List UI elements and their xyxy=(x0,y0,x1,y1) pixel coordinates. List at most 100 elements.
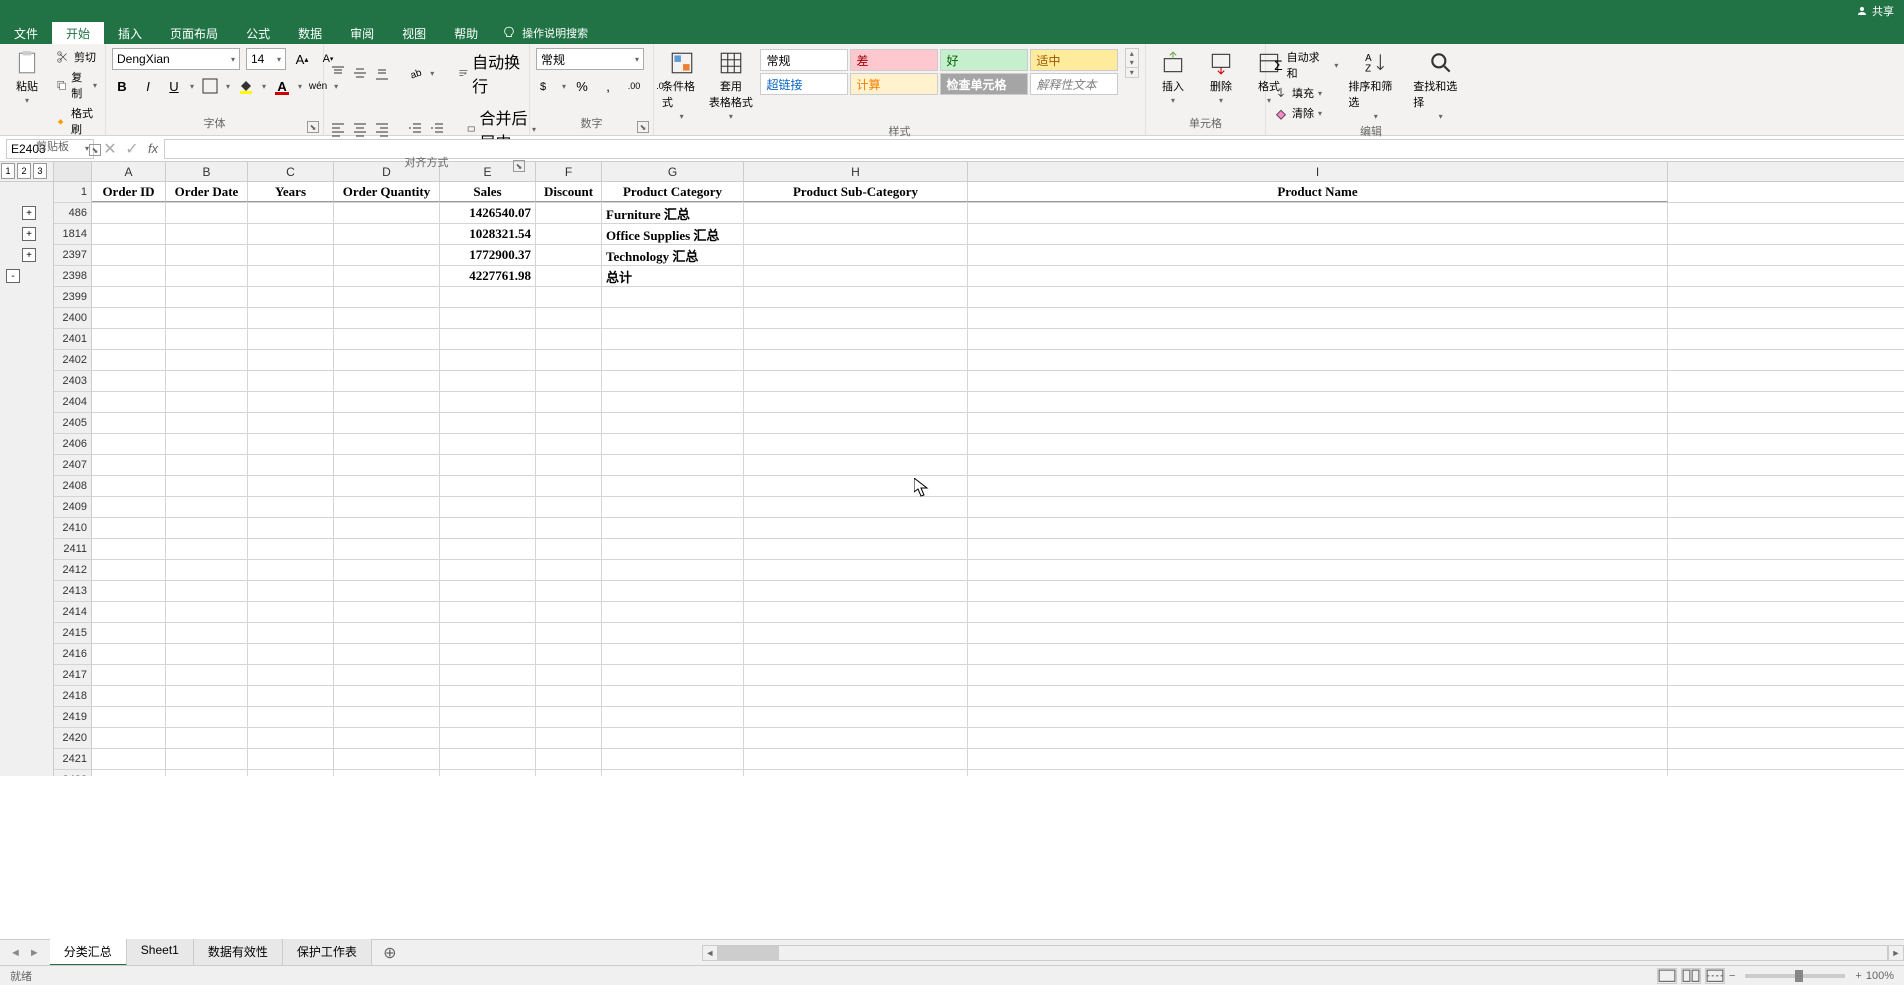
cell-D1[interactable]: Order Quantity xyxy=(334,182,440,202)
cell-C2413[interactable] xyxy=(248,581,334,601)
cell-D2416[interactable] xyxy=(334,644,440,664)
cell-B2402[interactable] xyxy=(166,350,248,370)
cell-B2411[interactable] xyxy=(166,539,248,559)
tab-view[interactable]: 视图 xyxy=(388,22,440,44)
cell-D2422[interactable] xyxy=(334,770,440,776)
cell-C2406[interactable] xyxy=(248,434,334,454)
cell-I2421[interactable] xyxy=(968,749,1668,769)
cell-C2407[interactable] xyxy=(248,455,334,475)
cell-B2400[interactable] xyxy=(166,308,248,328)
cell-I2422[interactable] xyxy=(968,770,1668,776)
hscroll-left-button[interactable]: ◄ xyxy=(702,945,718,961)
styles-more-button[interactable]: ▾ xyxy=(1126,67,1138,77)
cell-A2419[interactable] xyxy=(92,707,166,727)
cell-G2402[interactable] xyxy=(602,350,744,370)
cell-G2401[interactable] xyxy=(602,329,744,349)
clipboard-launcher[interactable]: ⬊ xyxy=(89,144,101,156)
cell-B2416[interactable] xyxy=(166,644,248,664)
cell-B2398[interactable] xyxy=(166,266,248,286)
cell-D2411[interactable] xyxy=(334,539,440,559)
row-header-2412[interactable]: 2412 xyxy=(54,560,92,580)
row-header-2404[interactable]: 2404 xyxy=(54,392,92,412)
cell-I2420[interactable] xyxy=(968,728,1668,748)
increase-font-button[interactable]: A▴ xyxy=(292,49,312,69)
cell-E2408[interactable] xyxy=(440,476,536,496)
outline-toggle-0[interactable]: + xyxy=(22,206,36,220)
cell-D2418[interactable] xyxy=(334,686,440,706)
column-header-A[interactable]: A xyxy=(92,162,166,181)
cell-B2401[interactable] xyxy=(166,329,248,349)
paste-button[interactable]: 粘贴 ▾ xyxy=(6,48,48,107)
conditional-format-button[interactable]: 条件格式▾ xyxy=(660,48,703,123)
cell-G486[interactable]: Furniture 汇总 xyxy=(602,203,744,223)
tab-pagelayout[interactable]: 页面布局 xyxy=(156,22,232,44)
row-header-2415[interactable]: 2415 xyxy=(54,623,92,643)
tab-insert[interactable]: 插入 xyxy=(104,22,156,44)
cell-H2409[interactable] xyxy=(744,497,968,517)
cell-I2405[interactable] xyxy=(968,413,1668,433)
cell-C2412[interactable] xyxy=(248,560,334,580)
cell-I2399[interactable] xyxy=(968,287,1668,307)
align-left-button[interactable] xyxy=(330,119,346,139)
cell-E2409[interactable] xyxy=(440,497,536,517)
enter-formula-button[interactable]: ✓ xyxy=(122,139,142,159)
cell-F2411[interactable] xyxy=(536,539,602,559)
cell-I2406[interactable] xyxy=(968,434,1668,454)
cell-G2411[interactable] xyxy=(602,539,744,559)
cell-H1814[interactable] xyxy=(744,224,968,244)
cell-A2418[interactable] xyxy=(92,686,166,706)
cell-H2416[interactable] xyxy=(744,644,968,664)
tab-help[interactable]: 帮助 xyxy=(440,22,492,44)
cell-F2420[interactable] xyxy=(536,728,602,748)
cell-C2398[interactable] xyxy=(248,266,334,286)
cell-B2399[interactable] xyxy=(166,287,248,307)
cell-C2397[interactable] xyxy=(248,245,334,265)
cell-F1814[interactable] xyxy=(536,224,602,244)
delete-cells-button[interactable]: 删除▾ xyxy=(1200,48,1242,107)
cell-D2408[interactable] xyxy=(334,476,440,496)
cell-D2406[interactable] xyxy=(334,434,440,454)
cell-A2404[interactable] xyxy=(92,392,166,412)
outline-level-2[interactable]: 2 xyxy=(17,163,31,179)
cell-E2399[interactable] xyxy=(440,287,536,307)
increase-indent-button[interactable] xyxy=(429,119,445,139)
cell-style-3[interactable]: 适中 xyxy=(1030,49,1118,71)
cell-style-5[interactable]: 计算 xyxy=(850,73,938,95)
cell-E2410[interactable] xyxy=(440,518,536,538)
cell-H2422[interactable] xyxy=(744,770,968,776)
column-header-I[interactable]: I xyxy=(968,162,1668,181)
cell-E2417[interactable] xyxy=(440,665,536,685)
sheet-tab-0[interactable]: 分类汇总 xyxy=(50,939,127,966)
cell-F2403[interactable] xyxy=(536,371,602,391)
cell-E2414[interactable] xyxy=(440,602,536,622)
cell-H2401[interactable] xyxy=(744,329,968,349)
column-header-B[interactable]: B xyxy=(166,162,248,181)
cell-A2405[interactable] xyxy=(92,413,166,433)
cell-G2421[interactable] xyxy=(602,749,744,769)
cell-B2414[interactable] xyxy=(166,602,248,622)
cell-A2417[interactable] xyxy=(92,665,166,685)
cell-G2415[interactable] xyxy=(602,623,744,643)
underline-button[interactable]: U xyxy=(164,76,184,96)
row-header-2416[interactable]: 2416 xyxy=(54,644,92,664)
row-header-2413[interactable]: 2413 xyxy=(54,581,92,601)
cell-I486[interactable] xyxy=(968,203,1668,223)
cell-C1814[interactable] xyxy=(248,224,334,244)
cell-F2421[interactable] xyxy=(536,749,602,769)
sheet-next-button[interactable]: ► xyxy=(29,947,40,959)
cell-C2403[interactable] xyxy=(248,371,334,391)
cell-C2409[interactable] xyxy=(248,497,334,517)
cell-I1[interactable]: Product Name xyxy=(968,182,1668,202)
cell-G2414[interactable] xyxy=(602,602,744,622)
cut-button[interactable]: 剪切 xyxy=(54,48,99,66)
cell-A2406[interactable] xyxy=(92,434,166,454)
cell-H2414[interactable] xyxy=(744,602,968,622)
clear-button[interactable]: 清除▾ xyxy=(1272,104,1340,122)
font-size-combo[interactable]: 14▾ xyxy=(246,48,286,70)
cell-H486[interactable] xyxy=(744,203,968,223)
cell-D2405[interactable] xyxy=(334,413,440,433)
cell-G2398[interactable]: 总计 xyxy=(602,266,744,286)
cell-F2414[interactable] xyxy=(536,602,602,622)
cell-style-2[interactable]: 好 xyxy=(940,49,1028,71)
cell-D2404[interactable] xyxy=(334,392,440,412)
